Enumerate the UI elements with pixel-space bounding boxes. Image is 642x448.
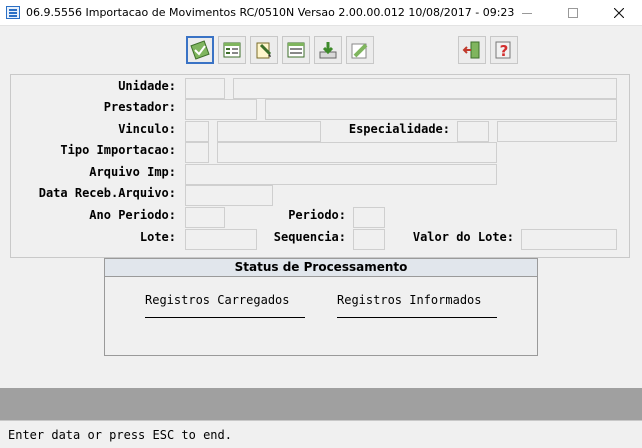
- tipo-importacao-desc-field: [217, 142, 497, 163]
- app-window-icon: [6, 6, 20, 19]
- status-bar-message: Enter data or press ESC to end.: [8, 428, 232, 442]
- ano-periodo-label: Ano Periodo:: [89, 208, 176, 222]
- records-list-button[interactable]: [218, 36, 246, 64]
- status-processamento-panel: Status de Processamento Registros Carreg…: [104, 258, 538, 356]
- prestador-label: Prestador:: [103, 100, 176, 114]
- toolbar: ?: [0, 26, 642, 72]
- records-list-icon: [223, 42, 241, 58]
- ruler-tool-button[interactable]: [346, 36, 374, 64]
- maximize-icon: [568, 8, 578, 18]
- registros-carregados-underline: [145, 317, 305, 318]
- edit-note-icon: [256, 42, 272, 59]
- registros-carregados-label: Registros Carregados: [145, 293, 290, 307]
- arquivo-imp-field[interactable]: [185, 164, 497, 185]
- maximize-button[interactable]: [550, 0, 596, 26]
- sequencia-field[interactable]: [353, 229, 385, 250]
- lote-label: Lote:: [139, 230, 176, 244]
- unidade-label: Unidade:: [118, 79, 176, 93]
- table-view-button[interactable]: [282, 36, 310, 64]
- unidade-desc-field: [233, 78, 617, 99]
- tipo-importacao-code-field[interactable]: [185, 142, 209, 163]
- window-title: 06.9.5556 Importacao de Movimentos RC/05…: [26, 6, 515, 19]
- especialidade-code-field[interactable]: [457, 121, 489, 142]
- exit-door-icon: [462, 41, 480, 59]
- tipo-importacao-label: Tipo Importacao:: [60, 143, 176, 157]
- valor-do-lote-field[interactable]: [521, 229, 617, 250]
- especialidade-label: Especialidade:: [348, 122, 450, 136]
- help-button[interactable]: ?: [490, 36, 518, 64]
- ruler-tool-icon: [351, 43, 368, 59]
- close-button[interactable]: [596, 0, 642, 26]
- minimize-button[interactable]: [504, 0, 550, 26]
- exit-button[interactable]: [458, 36, 486, 64]
- especialidade-desc-field: [497, 121, 617, 142]
- unidade-code-field[interactable]: [185, 78, 225, 99]
- data-receb-arquivo-label: Data Receb.Arquivo:: [38, 186, 176, 200]
- status-panel-title: Status de Processamento: [105, 259, 537, 277]
- import-download-icon: [319, 42, 337, 59]
- confirm-button[interactable]: [186, 36, 214, 64]
- close-icon: [614, 8, 624, 18]
- status-bar: Enter data or press ESC to end.: [0, 420, 642, 448]
- data-receb-arquivo-field[interactable]: [185, 185, 273, 206]
- table-view-icon: [287, 42, 305, 58]
- vinculo-label: Vinculo:: [118, 122, 176, 136]
- help-question-icon: ?: [495, 41, 511, 60]
- vinculo-desc-field: [217, 121, 321, 142]
- sequencia-label: Sequencia:: [273, 230, 346, 244]
- import-download-button[interactable]: [314, 36, 342, 64]
- confirm-icon: [190, 40, 210, 60]
- edit-note-button[interactable]: [250, 36, 278, 64]
- registros-informados-underline: [337, 317, 497, 318]
- prestador-code-field[interactable]: [185, 99, 257, 120]
- periodo-field[interactable]: [353, 207, 385, 228]
- prestador-desc-field: [265, 99, 617, 120]
- arquivo-imp-label: Arquivo Imp:: [89, 165, 176, 179]
- lote-field[interactable]: [185, 229, 257, 250]
- message-area: [0, 388, 642, 420]
- ano-periodo-field[interactable]: [185, 207, 225, 228]
- periodo-label: Periodo:: [288, 208, 346, 222]
- vinculo-code-field[interactable]: [185, 121, 209, 142]
- svg-text:?: ?: [500, 42, 509, 60]
- registros-informados-label: Registros Informados: [337, 293, 482, 307]
- title-bar: 06.9.5556 Importacao de Movimentos RC/05…: [0, 0, 642, 26]
- minimize-icon: [522, 12, 532, 14]
- valor-do-lote-label: Valor do Lote:: [412, 230, 514, 244]
